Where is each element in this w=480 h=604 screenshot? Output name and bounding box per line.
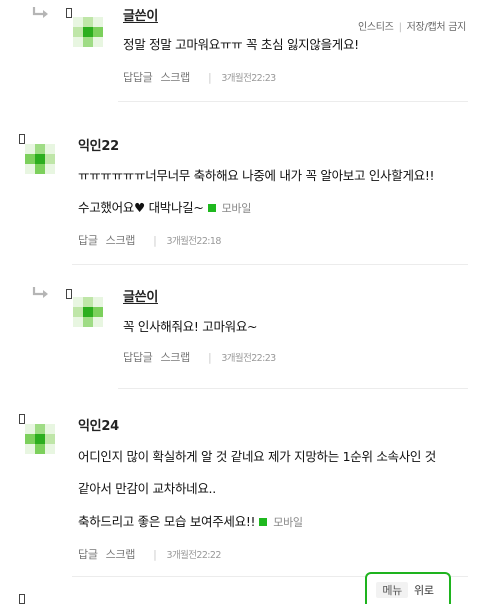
avatar[interactable] bbox=[73, 297, 103, 327]
comment-meta: 답답글 스크랩 | 3개월전22:23 bbox=[123, 351, 276, 364]
reply-comment: 글쓴이 정말 정말 고마워요ㅠㅠ 꼭 초심 잃지않을게요! 답답글 스크랩 | 3개월… bbox=[0, 0, 480, 105]
comment-text: 같아서 만감이 교차하네요.. bbox=[78, 481, 216, 496]
reply-button[interactable]: 답글 bbox=[78, 234, 98, 247]
comment-text: 어디인지 많이 확실하게 알 것 같네요 제가 지망하는 1순위 소속사인 것 bbox=[78, 449, 436, 464]
mobile-icon bbox=[259, 518, 268, 526]
level-badge-icon bbox=[66, 8, 72, 18]
reply-button[interactable]: 답글 bbox=[78, 548, 98, 561]
mobile-label: 모바일 bbox=[221, 202, 252, 215]
level-badge-icon bbox=[66, 289, 72, 299]
scroll-top-button[interactable]: 위로 bbox=[408, 582, 440, 598]
comment-meta: 답답글 스크랩 | 3개월전22:23 bbox=[123, 71, 276, 84]
comment-text: 수고했어요♥ 대박나길~ bbox=[78, 200, 204, 215]
avatar[interactable] bbox=[25, 144, 55, 174]
timestamp: 3개월전22:23 bbox=[221, 73, 276, 84]
comment-meta: 답글 스크랩 | 3개월전22:18 bbox=[78, 234, 222, 247]
nickname[interactable]: 글쓴이 bbox=[123, 5, 158, 24]
mobile-icon bbox=[207, 204, 216, 212]
scrap-button[interactable]: 스크랩 bbox=[106, 548, 136, 561]
timestamp: 3개월전22:18 bbox=[166, 236, 222, 247]
divider bbox=[72, 264, 468, 265]
avatar[interactable] bbox=[73, 17, 103, 47]
timestamp: 3개월전22:22 bbox=[166, 550, 222, 561]
menu-button[interactable]: 메뉴 bbox=[376, 582, 408, 598]
nickname[interactable]: 글쓴이 bbox=[123, 286, 158, 305]
nickname[interactable]: 익인22 bbox=[78, 135, 119, 154]
comment-text: 축하드리고 좋은 모습 보여주세요!! bbox=[78, 514, 256, 529]
floating-nav: 메뉴 위로 bbox=[365, 572, 451, 604]
timestamp: 3개월전22:23 bbox=[221, 353, 276, 364]
mobile-label: 모바일 bbox=[273, 516, 303, 529]
comment-text: 정말 정말 고마워요ㅠㅠ 꼭 초심 잃지않을게요! bbox=[123, 37, 359, 52]
level-badge-icon bbox=[19, 414, 25, 424]
comment-text: 꼭 인사해줘요! 고마워요~ bbox=[123, 319, 258, 334]
comment: 익인24 어디인지 많이 확실하게 알 것 같네요 제가 지망하는 1순위 소속… bbox=[0, 408, 480, 588]
comment-text-line: 수고했어요♥ 대박나길~ 모바일 bbox=[78, 197, 251, 216]
avatar[interactable] bbox=[25, 424, 55, 454]
comment-meta: 답글 스크랩 | 3개월전22:22 bbox=[78, 548, 222, 561]
nickname[interactable]: 익인24 bbox=[78, 415, 119, 434]
scrap-button[interactable]: 스크랩 bbox=[160, 351, 190, 364]
level-badge-icon bbox=[19, 594, 25, 604]
reply-comment: 글쓴이 꼭 인사해줘요! 고마워요~ 답답글 스크랩 | 3개월전22:23 bbox=[0, 280, 480, 390]
comment: 익인22 ㅠㅠㅠㅠㅠㅠ너무너무 축하해요 나중에 내가 꼭 알아보고 인사할게요… bbox=[0, 128, 480, 268]
reply-arrow-icon bbox=[32, 7, 48, 18]
comment-text: ㅠㅠㅠㅠㅠㅠ너무너무 축하해요 나중에 내가 꼭 알아보고 인사할게요!! bbox=[78, 168, 435, 183]
scrap-button[interactable]: 스크랩 bbox=[106, 234, 136, 247]
level-badge-icon bbox=[19, 134, 25, 144]
reply-button[interactable]: 답답글 bbox=[123, 71, 153, 84]
divider bbox=[118, 101, 468, 102]
divider bbox=[118, 388, 468, 389]
reply-arrow-icon bbox=[32, 287, 48, 298]
comment-text-line: 축하드리고 좋은 모습 보여주세요!! 모바일 bbox=[78, 511, 303, 530]
reply-button[interactable]: 답답글 bbox=[123, 351, 153, 364]
scrap-button[interactable]: 스크랩 bbox=[160, 71, 190, 84]
